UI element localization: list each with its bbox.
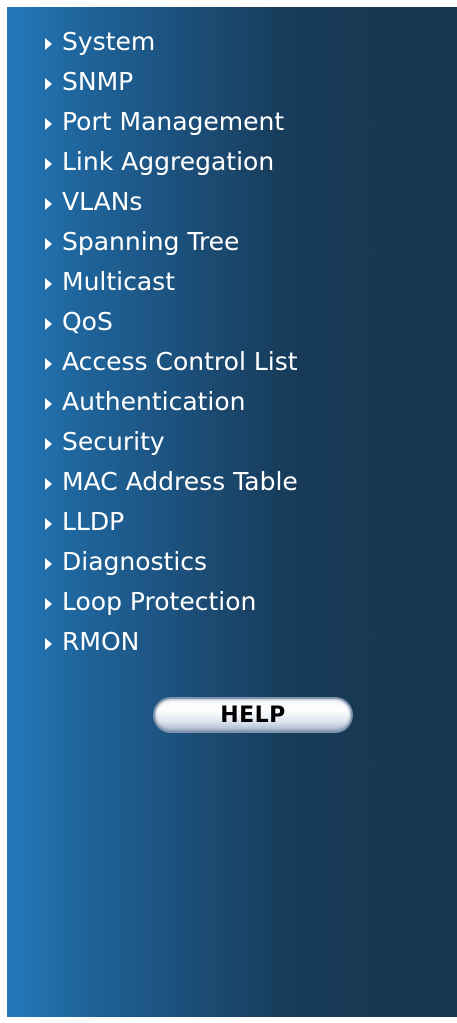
menu-item-qos[interactable]: QoS — [45, 301, 298, 341]
triangle-right-icon — [45, 78, 52, 90]
triangle-right-icon — [45, 518, 52, 530]
sidebar-menu: System SNMP Port Management Link Aggrega… — [7, 7, 457, 1017]
menu-item-label: QoS — [62, 306, 113, 336]
menu-item-label: Link Aggregation — [62, 146, 275, 176]
triangle-right-icon — [45, 598, 52, 610]
triangle-right-icon — [45, 278, 52, 290]
menu-item-snmp[interactable]: SNMP — [45, 61, 298, 101]
menu-item-access-control-list[interactable]: Access Control List — [45, 341, 298, 381]
triangle-right-icon — [45, 398, 52, 410]
menu-item-label: Multicast — [62, 266, 176, 296]
triangle-right-icon — [45, 158, 52, 170]
menu-item-label: Spanning Tree — [62, 226, 240, 256]
menu-item-link-aggregation[interactable]: Link Aggregation — [45, 141, 298, 181]
triangle-right-icon — [45, 118, 52, 130]
help-button[interactable]: HELP — [153, 697, 353, 733]
menu-item-loop-protection[interactable]: Loop Protection — [45, 581, 298, 621]
menu-item-spanning-tree[interactable]: Spanning Tree — [45, 221, 298, 261]
menu-item-label: LLDP — [62, 506, 125, 536]
menu-item-lldp[interactable]: LLDP — [45, 501, 298, 541]
menu-item-label: Access Control List — [62, 346, 298, 376]
menu-item-multicast[interactable]: Multicast — [45, 261, 298, 301]
triangle-right-icon — [45, 478, 52, 490]
menu-item-label: Loop Protection — [62, 586, 257, 616]
menu-item-label: Port Management — [62, 106, 285, 136]
menu-item-vlans[interactable]: VLANs — [45, 181, 298, 221]
menu-item-label: Authentication — [62, 386, 246, 416]
nav-menu: System SNMP Port Management Link Aggrega… — [45, 21, 298, 661]
triangle-right-icon — [45, 318, 52, 330]
menu-item-authentication[interactable]: Authentication — [45, 381, 298, 421]
menu-item-label: SNMP — [62, 66, 134, 96]
menu-item-security[interactable]: Security — [45, 421, 298, 461]
menu-item-port-management[interactable]: Port Management — [45, 101, 298, 141]
menu-item-label: Security — [62, 426, 165, 456]
menu-item-label: Diagnostics — [62, 546, 208, 576]
menu-item-label: System — [62, 26, 156, 56]
menu-item-label: RMON — [62, 626, 140, 656]
help-button-label: HELP — [220, 702, 286, 728]
triangle-right-icon — [45, 358, 52, 370]
triangle-right-icon — [45, 238, 52, 250]
triangle-right-icon — [45, 38, 52, 50]
menu-item-diagnostics[interactable]: Diagnostics — [45, 541, 298, 581]
triangle-right-icon — [45, 198, 52, 210]
triangle-right-icon — [45, 558, 52, 570]
triangle-right-icon — [45, 638, 52, 650]
menu-item-label: MAC Address Table — [62, 466, 298, 496]
menu-item-system[interactable]: System — [45, 21, 298, 61]
menu-item-label: VLANs — [62, 186, 143, 216]
menu-item-rmon[interactable]: RMON — [45, 621, 298, 661]
triangle-right-icon — [45, 438, 52, 450]
menu-item-mac-address-table[interactable]: MAC Address Table — [45, 461, 298, 501]
